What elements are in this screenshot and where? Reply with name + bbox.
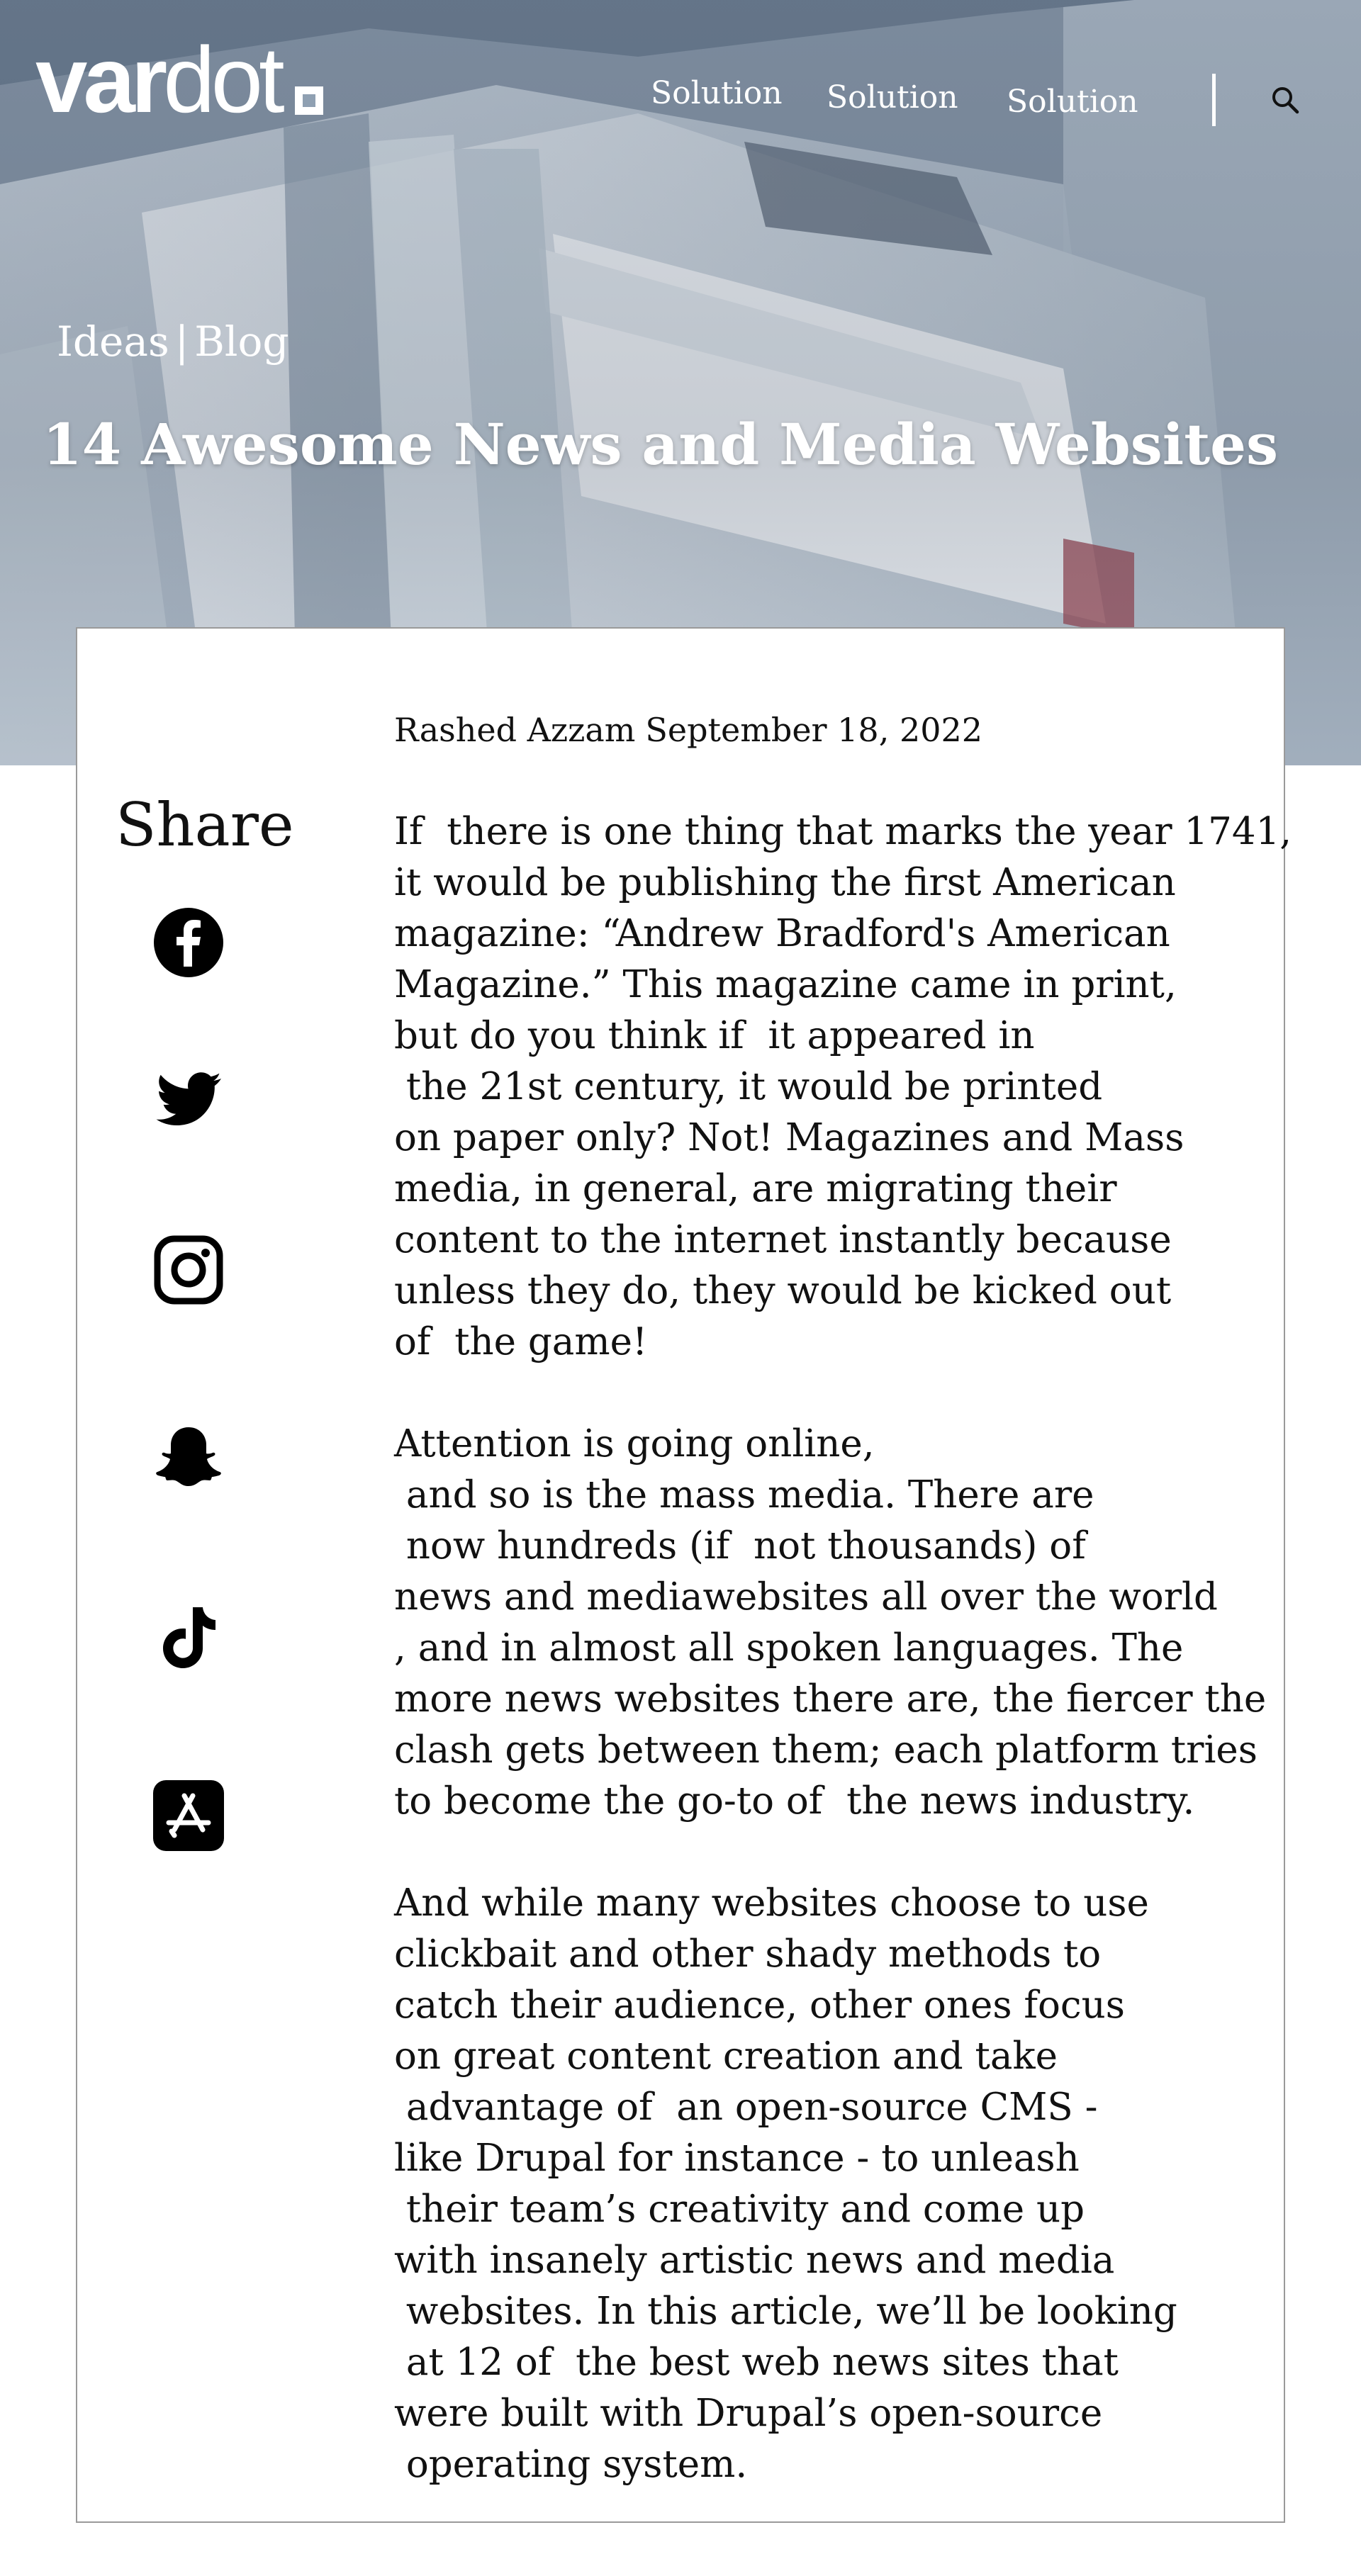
paragraph-line: And while many websites choose to use (394, 1882, 1149, 1925)
app-store-icon (153, 1780, 224, 1851)
logo-wordmark: vardot (35, 33, 285, 127)
paragraph-line: to become the go-to of the news industry… (394, 1779, 1195, 1823)
facebook-icon (154, 908, 223, 977)
paragraph-line: clickbait and other shady methods to (394, 1933, 1102, 1976)
paragraph-line: and so is the mass media. There are (394, 1473, 1094, 1517)
paragraph-line: magazine: “Andrew Bradford's American (394, 912, 1170, 955)
article-author[interactable]: Rashed Azzam (394, 711, 635, 749)
breadcrumb: Ideas | Blog (57, 317, 289, 366)
paragraph-line: with insanely artistic news and media (394, 2239, 1115, 2282)
article-paragraph-1: If there is one thing that marks the yea… (394, 806, 1292, 1368)
vardot-logo[interactable]: vardot (35, 33, 323, 127)
breadcrumb-ideas[interactable]: Ideas (57, 317, 169, 366)
paragraph-line: it would be publishing the first America… (394, 861, 1176, 904)
article-body: If there is one thing that marks the yea… (394, 806, 1292, 2541)
breadcrumb-separator: | (174, 317, 189, 366)
nav-item-solution-2[interactable]: Solution (827, 79, 958, 116)
paragraph-line: Attention is going online, (394, 1422, 875, 1466)
paragraph-line: advantage of an open-source CMS - (394, 2086, 1098, 2129)
share-instagram-button[interactable] (153, 1234, 224, 1305)
paragraph-line: more news websites there are, the fierce… (394, 1677, 1267, 1721)
article-paragraph-2: Attention is going online, and so is the… (394, 1419, 1267, 1827)
paragraph-line: were built with Drupal’s open-source (394, 2392, 1103, 2435)
share-facebook-button[interactable] (153, 907, 224, 978)
paragraph-line: clash gets between them; each platform t… (394, 1728, 1258, 1772)
nav-item-solution-1[interactable]: Solution (651, 75, 783, 111)
search-icon (1272, 87, 1299, 114)
paragraph-line: now hundreds (if not thousands) of (394, 1524, 1086, 1568)
logo-square-mark (294, 86, 323, 115)
paragraph-line: on paper only? Not! Magazines and Mass (394, 1116, 1184, 1159)
paragraph-line: unless they do, they would be kicked out (394, 1269, 1172, 1312)
paragraph-line: operating system. (394, 2443, 748, 2486)
paragraph-line: at 12 of the best web news sites that (394, 2341, 1119, 2384)
twitter-icon (156, 1072, 221, 1125)
paragraph-line: the 21st century, it would be printed (394, 1065, 1103, 1108)
breadcrumb-blog[interactable]: Blog (194, 317, 289, 366)
paragraph-line: catch their audience, other ones focus (394, 1984, 1125, 2027)
share-heading: Share (116, 790, 294, 860)
nav-divider (1212, 74, 1216, 126)
page-title: 14 Awesome News and Media Websites (43, 411, 1279, 478)
paragraph-line: on great content creation and take (394, 2035, 1058, 2078)
paragraph-line: websites. In this article, we’ll be look… (394, 2290, 1177, 2333)
article-meta: Rashed Azzam September 18, 2022 (394, 711, 982, 749)
paragraph-line: Magazine.” This magazine came in print, (394, 963, 1177, 1006)
tiktok-icon (163, 1607, 215, 1668)
share-tiktok-button[interactable] (153, 1603, 224, 1674)
paragraph-line: If there is one thing that marks the yea… (394, 810, 1292, 853)
article-paragraph-3: And while many websites choose to use cl… (394, 1878, 1231, 2490)
article-date: September 18, 2022 (645, 711, 983, 749)
paragraph-line: news and mediawebsites all over the worl… (394, 1575, 1218, 1619)
paragraph-line: content to the internet instantly becaus… (394, 1218, 1172, 1261)
search-button[interactable] (1267, 82, 1303, 118)
paragraph-line: but do you think if it appeared in (394, 1014, 1035, 1057)
snapchat-icon (156, 1427, 221, 1486)
nav-item-solution-3[interactable]: Solution (1007, 84, 1138, 120)
paragraph-line: , and in almost all spoken languages. Th… (394, 1626, 1184, 1670)
share-twitter-button[interactable] (153, 1063, 224, 1134)
paragraph-line: like Drupal for instance - to unleash (394, 2137, 1080, 2180)
instagram-icon (154, 1235, 223, 1305)
share-snapchat-button[interactable] (153, 1423, 224, 1494)
logo-text-thin: dot (163, 28, 284, 132)
share-app-store-button[interactable] (153, 1780, 224, 1851)
paragraph-line: of the game! (394, 1320, 648, 1363)
paragraph-line: media, in general, are migrating their (394, 1167, 1117, 1210)
paragraph-line: their team’s creativity and come up (394, 2188, 1085, 2231)
logo-text-bold: var (35, 28, 167, 132)
